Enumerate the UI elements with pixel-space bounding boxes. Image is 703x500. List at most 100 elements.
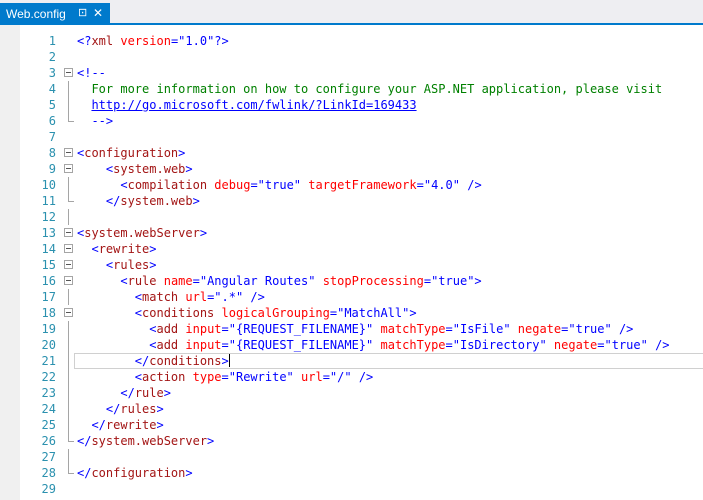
code-line[interactable]: 9 <system.web> — [0, 161, 703, 177]
pin-icon[interactable]: ⊡ — [78, 6, 87, 19]
code-line[interactable]: 3 <!-- — [0, 65, 703, 81]
code-token: input — [178, 322, 222, 336]
code-line[interactable]: 8 <configuration> — [0, 145, 703, 161]
code-text: <compilation debug="true" targetFramewor… — [77, 177, 481, 193]
code-token: > — [185, 162, 193, 176]
code-line[interactable]: 18 <conditions logicalGrouping="MatchAll… — [0, 305, 703, 321]
code-token: configuration — [84, 146, 179, 160]
code-token: > — [156, 418, 164, 432]
code-token: 1.0 — [185, 34, 208, 48]
code-token: " — [344, 370, 352, 384]
code-token: " — [604, 322, 612, 336]
code-token: </ — [134, 354, 150, 368]
code-link[interactable]: http://go.microsoft.com/fwlink/?LinkId=1… — [91, 98, 416, 112]
code-editor[interactable]: 1 <?xml version="1.0"?> 2 3 <!-- 4 For more i… — [0, 25, 703, 500]
collapse-icon[interactable] — [64, 308, 73, 317]
line-number: 7 — [48, 130, 56, 144]
collapse-icon[interactable] — [64, 164, 73, 173]
code-line[interactable]: 13 <system.webServer> — [0, 225, 703, 241]
code-line[interactable]: 20 <add input="{REQUEST_FILENAME}" match… — [0, 337, 703, 353]
code-token: version — [113, 34, 171, 48]
code-text: <conditions logicalGrouping="MatchAll"> — [77, 305, 417, 321]
code-token: 4.0 — [431, 178, 453, 192]
code-line[interactable]: 6 --> — [0, 113, 703, 129]
code-token: =" — [207, 290, 222, 304]
collapse-icon[interactable] — [64, 68, 73, 77]
collapse-icon[interactable] — [64, 148, 73, 157]
code-token: stopProcessing — [315, 274, 424, 288]
code-line[interactable]: 16 <rule name="Angular Routes" stopProce… — [0, 273, 703, 289]
code-line[interactable]: 23 </rule> — [0, 385, 703, 401]
code-line[interactable]: 5 http://go.microsoft.com/fwlink/?LinkId… — [0, 97, 703, 113]
line-number: 14 — [41, 242, 56, 256]
code-token: =" — [250, 178, 265, 192]
line-number: 10 — [41, 178, 56, 192]
code-token: < — [134, 370, 143, 384]
code-line[interactable]: 19 <add input="{REQUEST_FILENAME}" match… — [0, 321, 703, 337]
code-line[interactable]: 15 <rules> — [0, 257, 703, 273]
code-line[interactable]: 4 For more information on how to configu… — [0, 81, 703, 97]
code-token: system.web — [120, 194, 193, 208]
code-line[interactable]: 27 — [0, 449, 703, 465]
line-number: 23 — [41, 386, 56, 400]
code-token: =" — [416, 178, 432, 192]
code-token: > — [199, 226, 208, 240]
code-line[interactable]: 29 — [0, 481, 703, 497]
code-token: conditions — [149, 354, 222, 368]
code-token: > — [207, 434, 215, 448]
collapse-icon[interactable] — [64, 260, 73, 269]
code-line[interactable]: 2 — [0, 49, 703, 65]
code-token: rule — [127, 274, 157, 288]
code-line[interactable]: 24 </rules> — [0, 401, 703, 417]
fold-guide-line — [68, 417, 69, 433]
code-line[interactable]: 1 <?xml version="1.0"?> — [0, 33, 703, 49]
fold-end-marker — [68, 193, 74, 202]
close-icon[interactable]: ✕ — [93, 6, 103, 20]
code-token: name — [156, 274, 193, 288]
code-line[interactable]: 10 <compilation debug="true" targetFrame… — [0, 177, 703, 193]
code-token: matchType — [373, 322, 446, 336]
code-line[interactable]: 14 <rewrite> — [0, 241, 703, 257]
code-line[interactable]: 26 </system.webServer> — [0, 433, 703, 449]
code-token: =" — [221, 338, 236, 352]
tab-web-config[interactable]: Web.config ⊡ ✕ — [0, 3, 110, 25]
line-number: 29 — [41, 482, 56, 496]
code-line[interactable]: 28 </configuration> — [0, 465, 703, 481]
code-line[interactable]: 22 <action type="Rewrite" url="/" /> — [0, 369, 703, 385]
code-text: </rule> — [77, 385, 171, 401]
code-text: <configuration> — [77, 145, 185, 161]
code-line[interactable]: 7 — [0, 129, 703, 145]
code-token: IsFile — [459, 322, 504, 336]
fold-end-marker — [68, 433, 74, 442]
code-text: <rewrite> — [77, 241, 156, 257]
code-token: logicalGrouping — [214, 306, 330, 320]
code-token: =" — [192, 274, 208, 288]
collapse-icon[interactable] — [64, 276, 73, 285]
code-token: =" — [221, 322, 236, 336]
code-line[interactable]: 17 <match url=".*" /> — [0, 289, 703, 305]
code-line[interactable]: 21 </conditions> — [0, 353, 703, 369]
collapse-icon[interactable] — [64, 228, 73, 237]
code-token: system.webServer — [91, 434, 208, 448]
code-text: <!-- — [77, 65, 106, 81]
collapse-icon[interactable] — [64, 244, 73, 253]
code-line[interactable]: 12 — [0, 209, 703, 225]
code-line[interactable]: 11 </system.web> — [0, 193, 703, 209]
code-token: > — [149, 258, 157, 272]
code-token: compilation — [127, 178, 208, 192]
code-token: add — [156, 322, 179, 336]
code-text: <match url=".*" /> — [77, 289, 265, 305]
code-token: configuration — [91, 466, 186, 480]
code-token: url — [178, 290, 208, 304]
code-line[interactable]: 25 </rewrite> — [0, 417, 703, 433]
code-token: conditions — [142, 306, 215, 320]
code-token: <!-- — [77, 66, 106, 80]
code-token: =" — [597, 338, 612, 352]
code-token: {REQUEST_FILENAME} — [235, 338, 367, 352]
code-text: <action type="Rewrite" url="/" /> — [77, 369, 374, 385]
